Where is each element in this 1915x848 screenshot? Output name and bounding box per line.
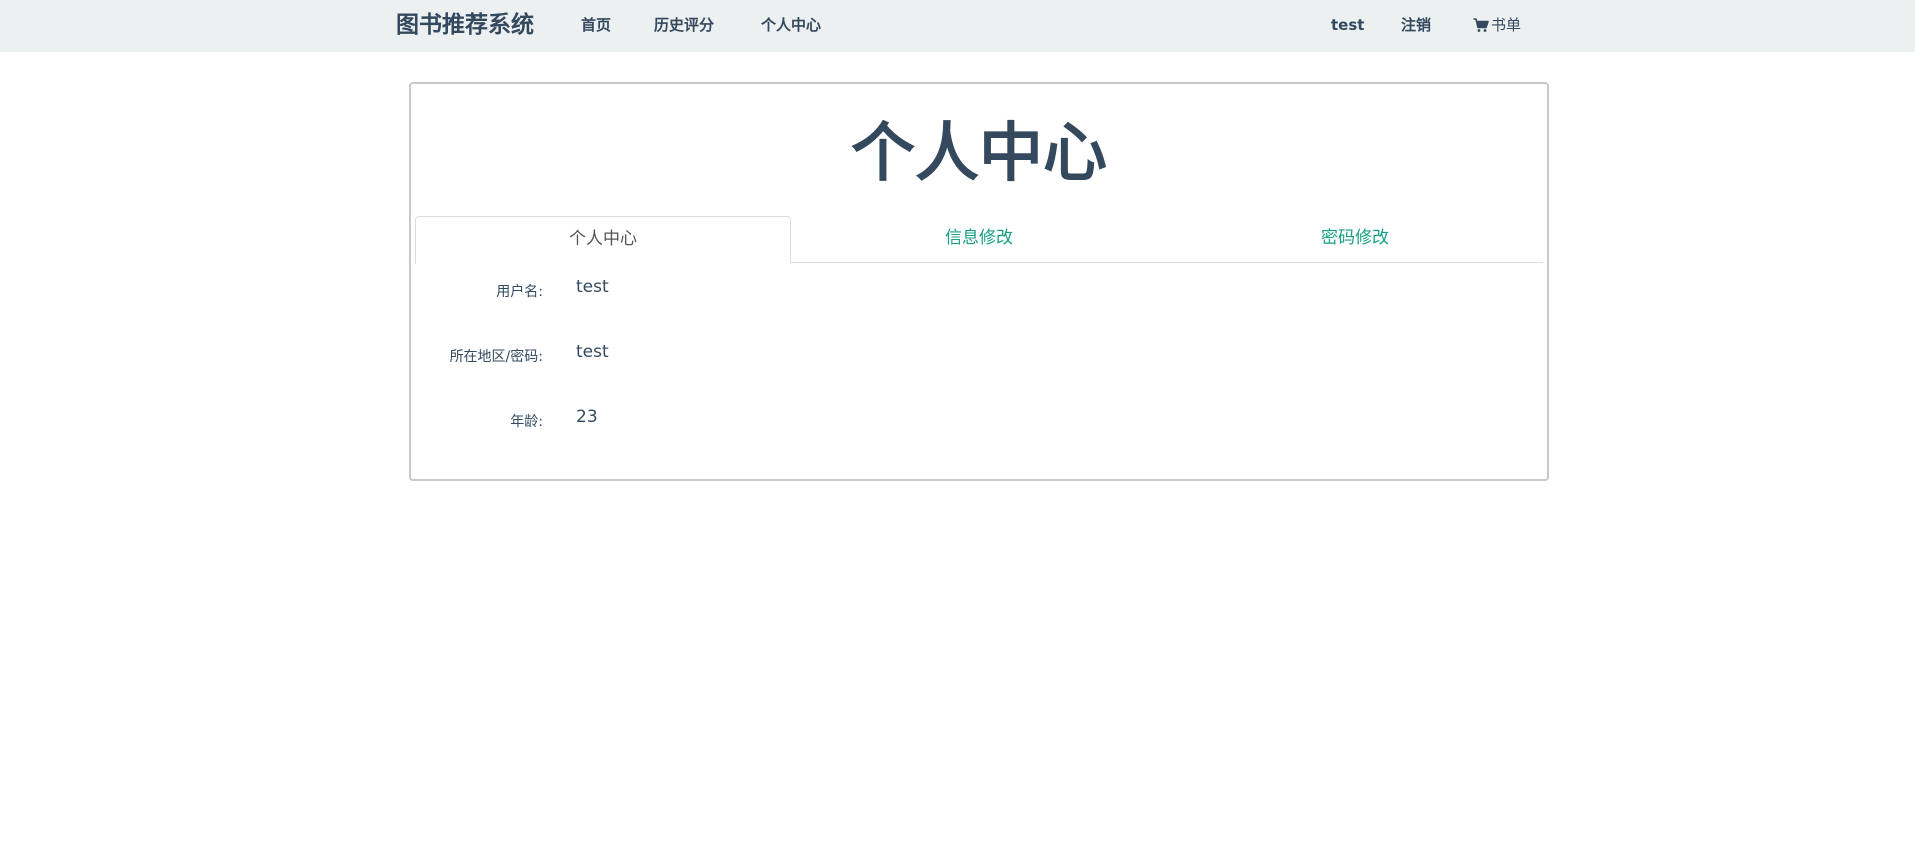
page-title: 个人中心 [851, 117, 1107, 191]
username-label: 用户名: [496, 284, 543, 300]
nav-link-home[interactable]: 首页 [581, 14, 611, 36]
cart-icon [1473, 17, 1489, 33]
tab-personal-center[interactable]: 个人中心 [415, 216, 791, 264]
nav-booklist-label: 书单 [1491, 16, 1522, 34]
username-value: test [576, 277, 609, 297]
tab-edit-info[interactable]: 信息修改 [791, 216, 1167, 263]
brand-logo-text[interactable]: 图书推荐系统 [396, 9, 534, 41]
nav-link-personal-center[interactable]: 个人中心 [761, 14, 821, 36]
profile-tabs: 个人中心 信息修改 密码修改 [415, 216, 1543, 264]
navbar: 图书推荐系统 首页 历史评分 个人中心 test 注销 书单 [0, 0, 1915, 52]
nav-link-history-ratings[interactable]: 历史评分 [654, 14, 714, 36]
tab-change-password[interactable]: 密码修改 [1167, 216, 1543, 263]
age-value: 23 [576, 407, 598, 427]
nav-booklist-link[interactable]: 书单 [1473, 14, 1521, 36]
nav-username[interactable]: test [1331, 14, 1364, 36]
profile-card: 个人中心 个人中心 信息修改 密码修改 用户名: test 所在地区/密码: t… [409, 82, 1549, 481]
region-password-label: 所在地区/密码: [449, 349, 543, 365]
nav-logout-link[interactable]: 注销 [1401, 14, 1431, 36]
region-password-value: test [576, 342, 609, 362]
age-label: 年龄: [510, 414, 543, 430]
